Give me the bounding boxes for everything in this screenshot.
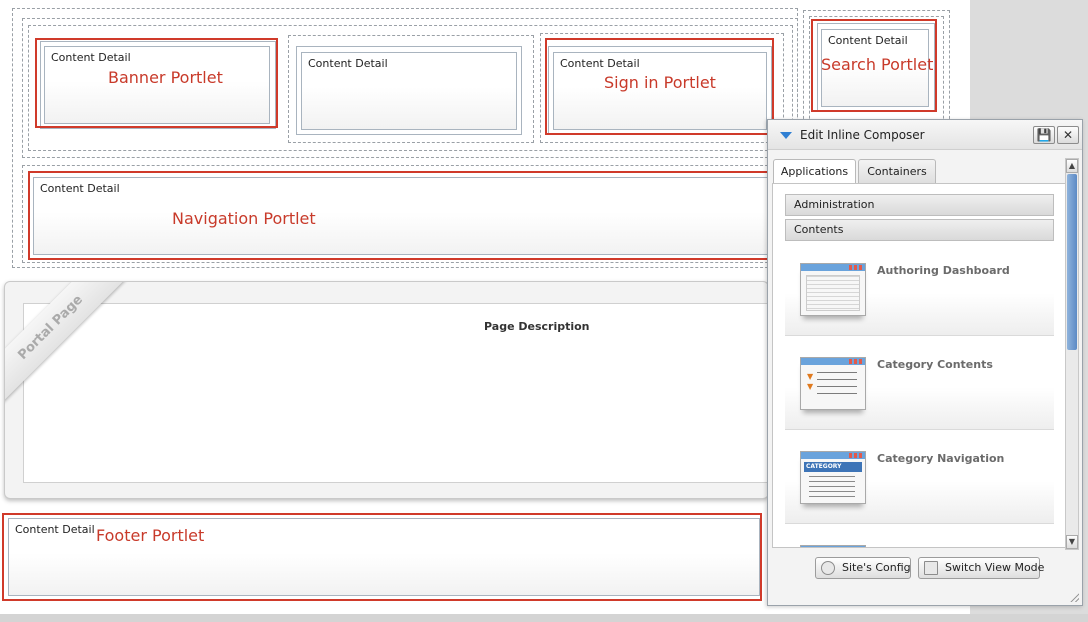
collapse-triangle-icon[interactable] <box>780 132 792 139</box>
scroll-thumb[interactable] <box>1067 174 1077 350</box>
category-contents[interactable]: Contents <box>785 219 1054 241</box>
scroll-down-icon[interactable]: ▼ <box>1066 535 1078 549</box>
footer-portlet-annotation: Footer Portlet <box>96 526 205 545</box>
composer-titlebar[interactable]: Edit Inline Composer 💾 ✕ <box>768 120 1082 150</box>
portlet-header: Content Detail <box>308 57 388 70</box>
tab-containers[interactable]: Containers <box>858 159 936 184</box>
bottom-strip <box>0 614 1088 622</box>
empty-portlet[interactable]: Content Detail <box>301 52 517 130</box>
resize-grip-icon[interactable] <box>1070 593 1079 602</box>
search-portlet-annotation: Search Portlet <box>821 55 934 74</box>
composer-title: Edit Inline Composer <box>800 128 925 142</box>
switch-view-mode-button[interactable]: Switch View Mode <box>918 557 1044 579</box>
navigation-portlet-highlight <box>28 171 770 260</box>
scroll-up-icon[interactable]: ▲ <box>1066 159 1078 173</box>
category-administration[interactable]: Administration <box>785 194 1054 216</box>
app-name: Category Contents <box>877 358 993 371</box>
dashboard-thumbnail-icon <box>800 263 866 316</box>
portal-page-body <box>23 303 768 483</box>
app-thumbnail-icon <box>800 545 866 547</box>
navigation-portlet-annotation: Navigation Portlet <box>172 209 316 228</box>
app-authoring-dashboard[interactable]: Authoring Dashboard <box>785 242 1054 336</box>
save-icon[interactable]: 💾 <box>1033 126 1055 144</box>
app-partially-visible[interactable] <box>785 524 1054 547</box>
app-name: Category Navigation <box>877 452 1005 465</box>
banner-portlet-annotation: Banner Portlet <box>108 68 223 87</box>
app-category-contents[interactable]: ▼ ▼ Category Contents <box>785 336 1054 430</box>
gear-icon <box>821 561 835 575</box>
view-mode-icon <box>924 561 938 575</box>
category-contents-thumbnail-icon: ▼ ▼ <box>800 357 866 410</box>
signin-portlet-annotation: Sign in Portlet <box>604 73 716 92</box>
category-navigation-thumbnail-icon: CATEGORY <box>800 451 866 504</box>
app-category-navigation[interactable]: CATEGORY Category Navigation <box>785 430 1054 524</box>
portal-page-block[interactable]: Portal Page <box>4 281 769 499</box>
page-description: Page Description <box>484 320 590 333</box>
edit-inline-composer[interactable]: Edit Inline Composer 💾 ✕ Applications Co… <box>767 119 1083 606</box>
applications-panel: Administration Contents Authoring Dashbo… <box>772 183 1068 548</box>
close-icon[interactable]: ✕ <box>1057 126 1079 144</box>
app-name: Authoring Dashboard <box>877 264 1010 277</box>
applications-scrollbar[interactable]: ▲ ▼ <box>1065 158 1079 550</box>
tab-applications[interactable]: Applications <box>773 159 856 185</box>
site-config-button[interactable]: Site's Config <box>815 557 911 579</box>
